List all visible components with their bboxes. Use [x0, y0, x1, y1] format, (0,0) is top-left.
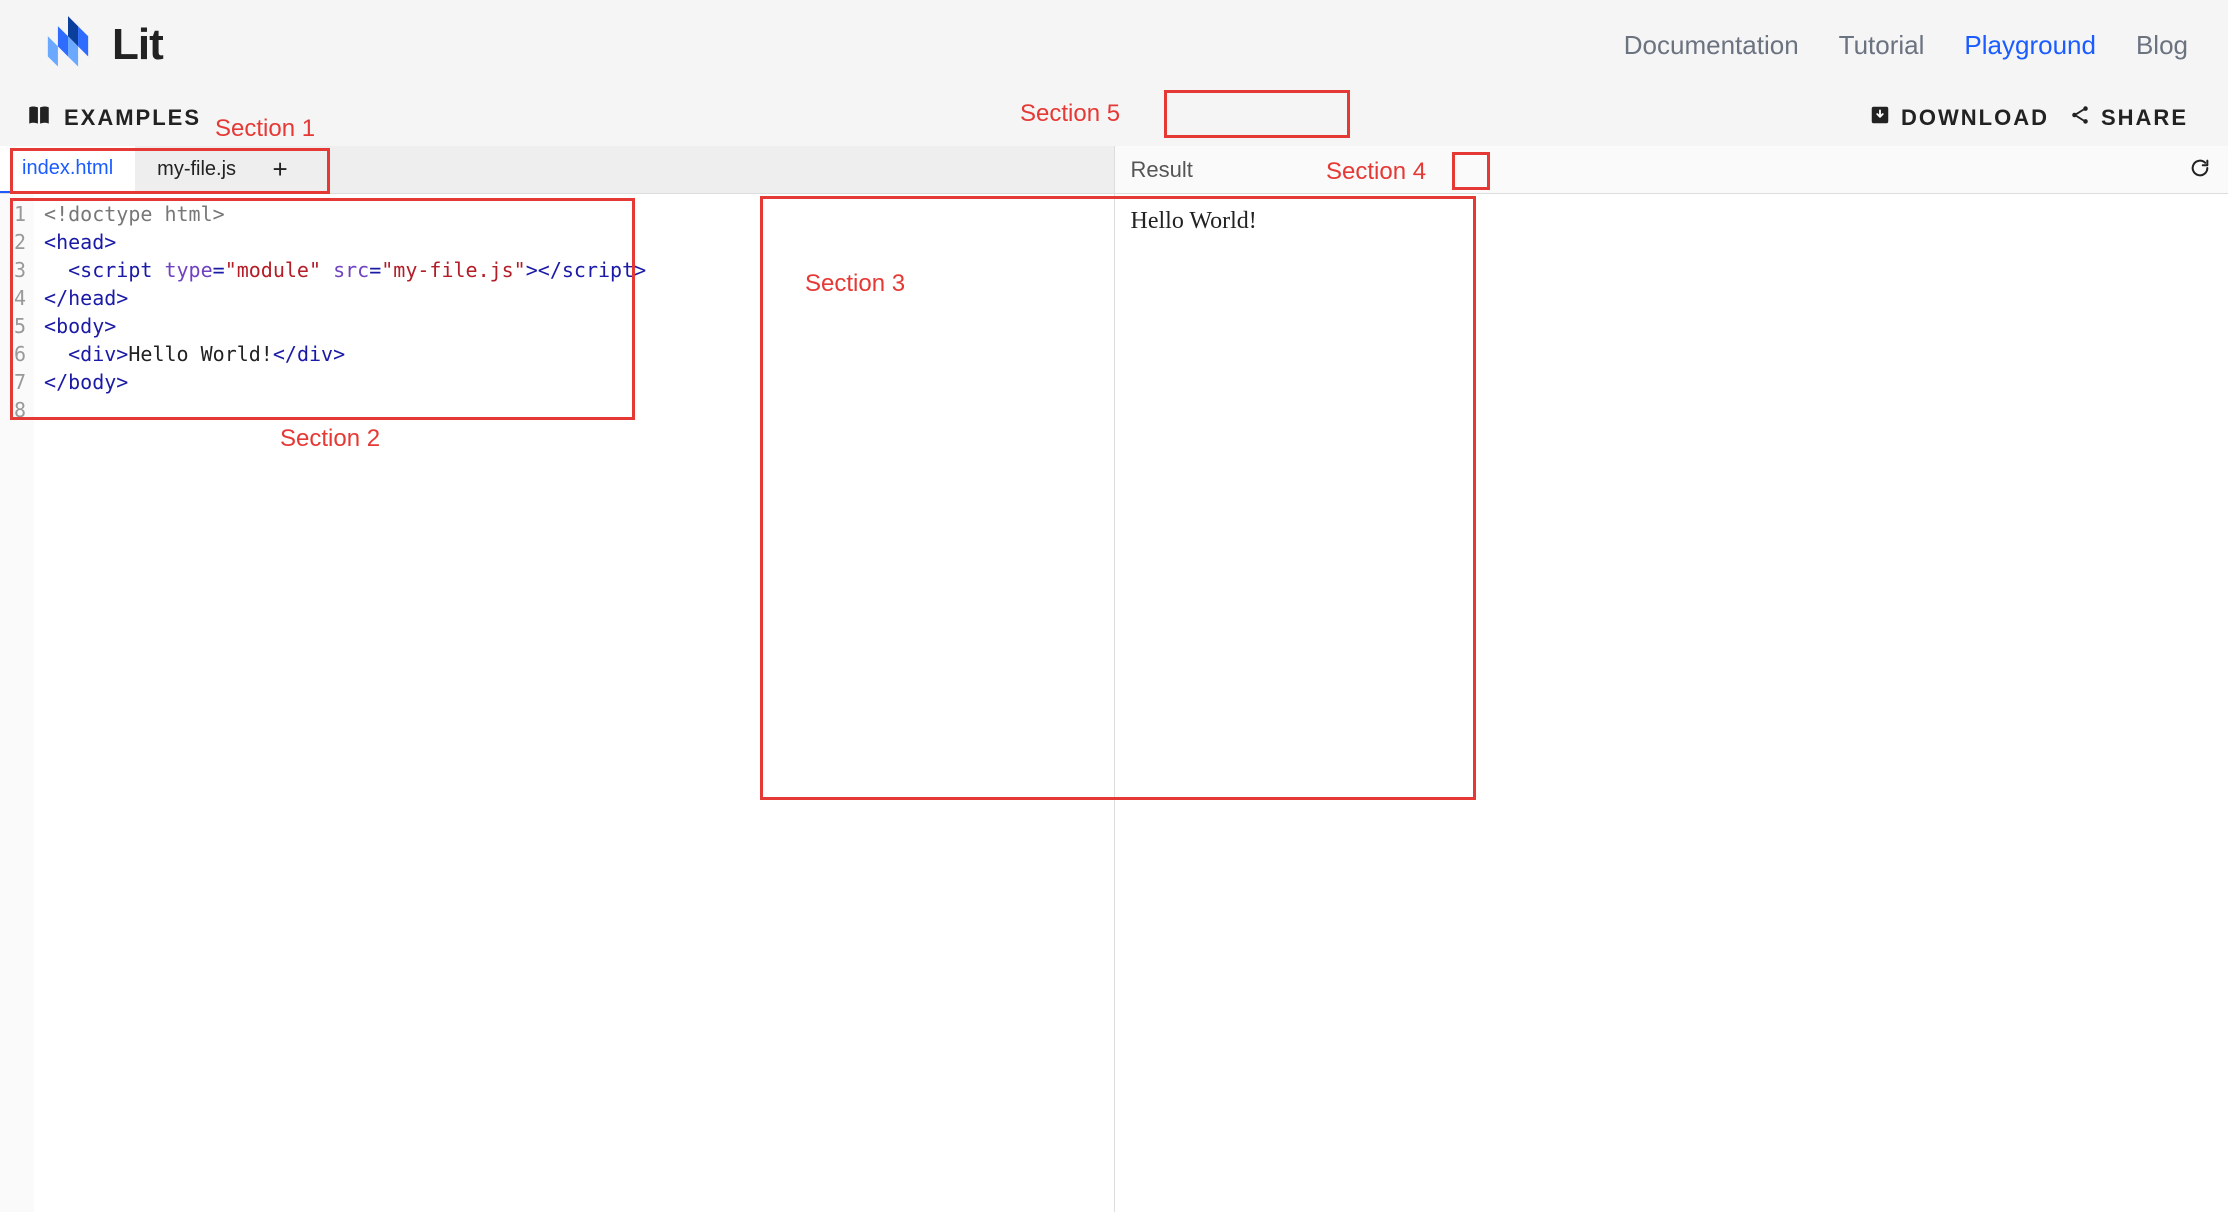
nav-documentation[interactable]: Documentation [1624, 30, 1799, 61]
file-tabs: index.html my-file.js + [0, 146, 1114, 194]
share-label: SHARE [2101, 105, 2188, 131]
share-button[interactable]: SHARE [2069, 104, 2188, 132]
top-nav: Documentation Tutorial Playground Blog [1624, 30, 2188, 61]
site-header: Lit Documentation Tutorial Playground Bl… [0, 0, 2228, 90]
tab-label: index.html [22, 157, 113, 180]
code-editor[interactable]: 12345678 <!doctype html><head> <script t… [0, 194, 1114, 1212]
add-tab-button[interactable]: + [258, 146, 302, 193]
download-icon [1869, 104, 1891, 132]
tab-index-html[interactable]: index.html [0, 146, 135, 193]
result-header: Result [1115, 146, 2228, 194]
result-text: Hello World! [1131, 208, 1257, 234]
tab-label: my-file.js [157, 158, 236, 181]
code-content[interactable]: <!doctype html><head> <script type="modu… [34, 194, 656, 1212]
line-gutter: 12345678 [0, 194, 34, 1212]
lit-logo-icon [40, 15, 96, 76]
playground: index.html my-file.js + 12345678 <!docty… [0, 146, 2228, 1212]
editor-panel: index.html my-file.js + 12345678 <!docty… [0, 146, 1115, 1212]
nav-playground[interactable]: Playground [1964, 30, 2096, 61]
download-label: DOWNLOAD [1901, 105, 2049, 131]
examples-label[interactable]: EXAMPLES [64, 105, 201, 131]
result-output: Hello World! [1115, 194, 2228, 1212]
book-icon [26, 103, 52, 134]
result-label: Result [1131, 157, 1193, 183]
brand[interactable]: Lit [40, 15, 163, 76]
tab-my-file-js[interactable]: my-file.js [135, 146, 258, 193]
nav-tutorial[interactable]: Tutorial [1839, 30, 1925, 61]
download-button[interactable]: DOWNLOAD [1869, 104, 2049, 132]
brand-name: Lit [112, 20, 163, 70]
result-panel: Result Hello World! [1115, 146, 2228, 1212]
plus-icon: + [272, 154, 287, 185]
nav-blog[interactable]: Blog [2136, 30, 2188, 61]
playground-toolbar: EXAMPLES DOWNLOAD SHARE [0, 90, 2228, 146]
reload-icon [2189, 157, 2211, 182]
reload-button[interactable] [2182, 152, 2218, 188]
share-icon [2069, 104, 2091, 132]
